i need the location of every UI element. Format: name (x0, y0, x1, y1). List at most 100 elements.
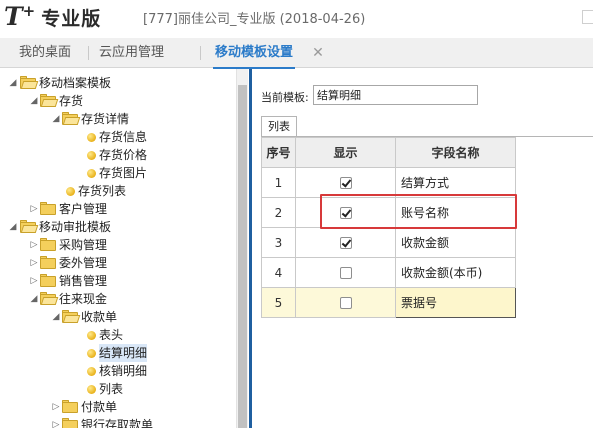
show-checkbox[interactable] (339, 177, 352, 189)
logo-plus: + (22, 2, 36, 20)
tree-node-label: 移动档案模板 (39, 76, 112, 90)
folder-open-icon (40, 292, 59, 305)
tab-cloud-app-management[interactable]: 云应用管理 (99, 38, 164, 68)
show-checkbox[interactable] (339, 297, 352, 309)
expand-triangle-icon[interactable]: ▷ (29, 200, 39, 218)
tree-node[interactable]: 存货信息 (0, 128, 236, 146)
tree-node[interactable]: 结算明细 (0, 344, 236, 362)
collapse-triangle-icon[interactable]: ◢ (51, 308, 61, 326)
row-field-name-cell[interactable]: 票据号 (395, 287, 516, 318)
tree-node-label: 存货详情 (81, 112, 130, 126)
row-field-name-cell[interactable]: 结算方式 (395, 167, 516, 198)
folder-icon (40, 274, 56, 287)
tree-node[interactable]: ▷ 委外管理 (0, 254, 236, 272)
column-header-show: 显示 (295, 137, 396, 168)
app-header: T + 专业版 [777]丽佳公司_专业版 (2018-04-26) (0, 0, 593, 38)
tree-node[interactable]: 列表 (0, 380, 236, 398)
tree-node-label: 付款单 (81, 400, 118, 414)
show-checkbox[interactable] (339, 267, 352, 279)
row-field-name-cell[interactable]: 收款金额(本币) (395, 257, 516, 288)
tree-node-label: 存货价格 (99, 148, 148, 162)
leaf-node-icon (87, 133, 96, 142)
tab-separator (88, 46, 89, 60)
tree-scrollbar[interactable] (236, 69, 248, 428)
folder-open-icon (40, 94, 59, 107)
leaf-node-icon (87, 331, 96, 340)
tree-node-label: 表头 (99, 328, 124, 342)
folder-open-icon (20, 76, 39, 89)
table-row[interactable]: 1 结算方式 (261, 167, 516, 198)
collapse-triangle-icon[interactable]: ◢ (51, 110, 61, 128)
row-seq-cell: 4 (261, 257, 296, 288)
tree-node[interactable]: ▷ 付款单 (0, 398, 236, 416)
collapse-triangle-icon[interactable]: ◢ (8, 74, 18, 92)
leaf-node-icon (87, 385, 96, 394)
table-row[interactable]: 5 票据号 (261, 287, 516, 318)
collapse-triangle-icon[interactable]: ◢ (8, 218, 18, 236)
tree-node[interactable]: ◢ 收款单 (0, 308, 236, 326)
tab-my-desktop[interactable]: 我的桌面 (19, 38, 71, 68)
tree-node[interactable]: ◢ 移动审批模板 (0, 218, 236, 236)
row-field-name-cell[interactable]: 账号名称 (395, 197, 516, 228)
table-row[interactable]: 2 账号名称 (261, 197, 516, 228)
folder-icon (40, 238, 56, 251)
tree-node-label: 结算明细 (99, 344, 148, 362)
table-row[interactable]: 4 收款金额(本币) (261, 257, 516, 288)
row-show-cell (295, 287, 396, 318)
tree-node-label: 客户管理 (59, 202, 108, 216)
tree-node-label: 存货列表 (78, 184, 127, 198)
current-template-input[interactable] (313, 85, 478, 105)
scrollbar-thumb[interactable] (238, 85, 247, 428)
table-row[interactable]: 3 收款金额 (261, 227, 516, 258)
tree-node-label: 核销明细 (99, 364, 148, 378)
expand-triangle-icon[interactable]: ▷ (51, 398, 61, 416)
tree-node[interactable]: 存货图片 (0, 164, 236, 182)
tree-node-label: 存货 (59, 94, 84, 108)
tree-node[interactable]: ▷ 客户管理 (0, 200, 236, 218)
close-icon[interactable]: ✕ (311, 46, 325, 60)
folder-icon (62, 400, 78, 413)
tab-mobile-template-settings[interactable]: 移动模板设置 (213, 38, 296, 69)
tab-bar: 我的桌面 云应用管理 移动模板设置 ✕ (0, 38, 593, 69)
collapse-triangle-icon[interactable]: ◢ (29, 92, 39, 110)
tree-node[interactable]: ◢ 存货详情 (0, 110, 236, 128)
template-tree: ◢ 移动档案模板 ◢ 存货 ◢ 存货详情 存货信息 存货价格 存货图片 存货列表 ▷ 客户管理 ◢ 移动审… (0, 69, 236, 428)
tree-node-label: 采购管理 (59, 238, 108, 252)
leaf-node-icon (87, 349, 96, 358)
leaf-node-icon (66, 187, 75, 196)
row-show-cell (295, 257, 396, 288)
row-seq-cell: 1 (261, 167, 296, 198)
expand-triangle-icon[interactable]: ▷ (29, 272, 39, 290)
column-header-field: 字段名称 (395, 137, 516, 168)
show-checkbox[interactable] (339, 237, 352, 249)
folder-open-icon (62, 310, 81, 323)
expand-triangle-icon[interactable]: ▷ (29, 236, 39, 254)
tree-node[interactable]: 核销明细 (0, 362, 236, 380)
expand-triangle-icon[interactable]: ▷ (51, 416, 61, 428)
tree-node[interactable]: 存货列表 (0, 182, 236, 200)
subtab-list[interactable]: 列表 (261, 116, 297, 136)
row-field-name-cell[interactable]: 收款金额 (395, 227, 516, 258)
row-show-cell (295, 227, 396, 258)
tree-node[interactable]: ◢ 存货 (0, 92, 236, 110)
product-name: 专业版 (41, 8, 102, 30)
tree-node[interactable]: ◢ 移动档案模板 (0, 74, 236, 92)
leaf-node-icon (87, 151, 96, 160)
folder-open-icon (62, 112, 81, 125)
row-show-cell (295, 197, 396, 228)
tree-node[interactable]: 表头 (0, 326, 236, 344)
expand-triangle-icon[interactable]: ▷ (29, 254, 39, 272)
tree-node[interactable]: ▷ 采购管理 (0, 236, 236, 254)
tree-node[interactable]: ▷ 销售管理 (0, 272, 236, 290)
collapse-triangle-icon[interactable]: ◢ (29, 290, 39, 308)
tree-node-label: 委外管理 (59, 256, 108, 270)
tree-node[interactable]: ▷ 银行存取款单 (0, 416, 236, 428)
tree-node-label: 收款单 (81, 310, 118, 324)
tree-node[interactable]: ◢ 往来现金 (0, 290, 236, 308)
folder-open-icon (20, 220, 39, 233)
tree-node-label: 银行存取款单 (81, 418, 154, 428)
tab-separator (200, 46, 201, 60)
tree-node[interactable]: 存货价格 (0, 146, 236, 164)
tree-node-label: 列表 (99, 382, 124, 396)
show-checkbox[interactable] (339, 207, 352, 219)
